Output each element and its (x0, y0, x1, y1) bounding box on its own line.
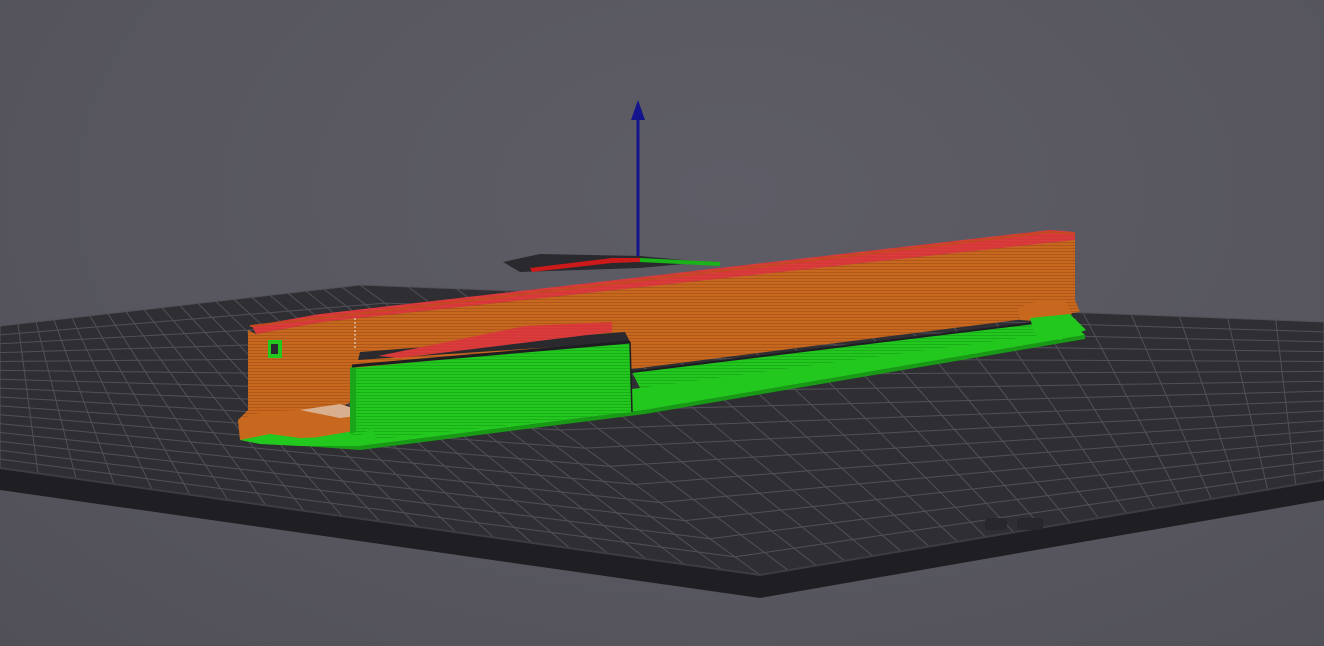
scene-canvas[interactable] (0, 0, 1324, 646)
bed-clip-1 (985, 518, 1007, 530)
z-axis (631, 100, 645, 256)
box-side-wall (350, 364, 356, 434)
bed-clip-2 (1017, 518, 1043, 530)
z-axis-arrowhead (631, 100, 645, 120)
3d-viewport[interactable] (0, 0, 1324, 646)
